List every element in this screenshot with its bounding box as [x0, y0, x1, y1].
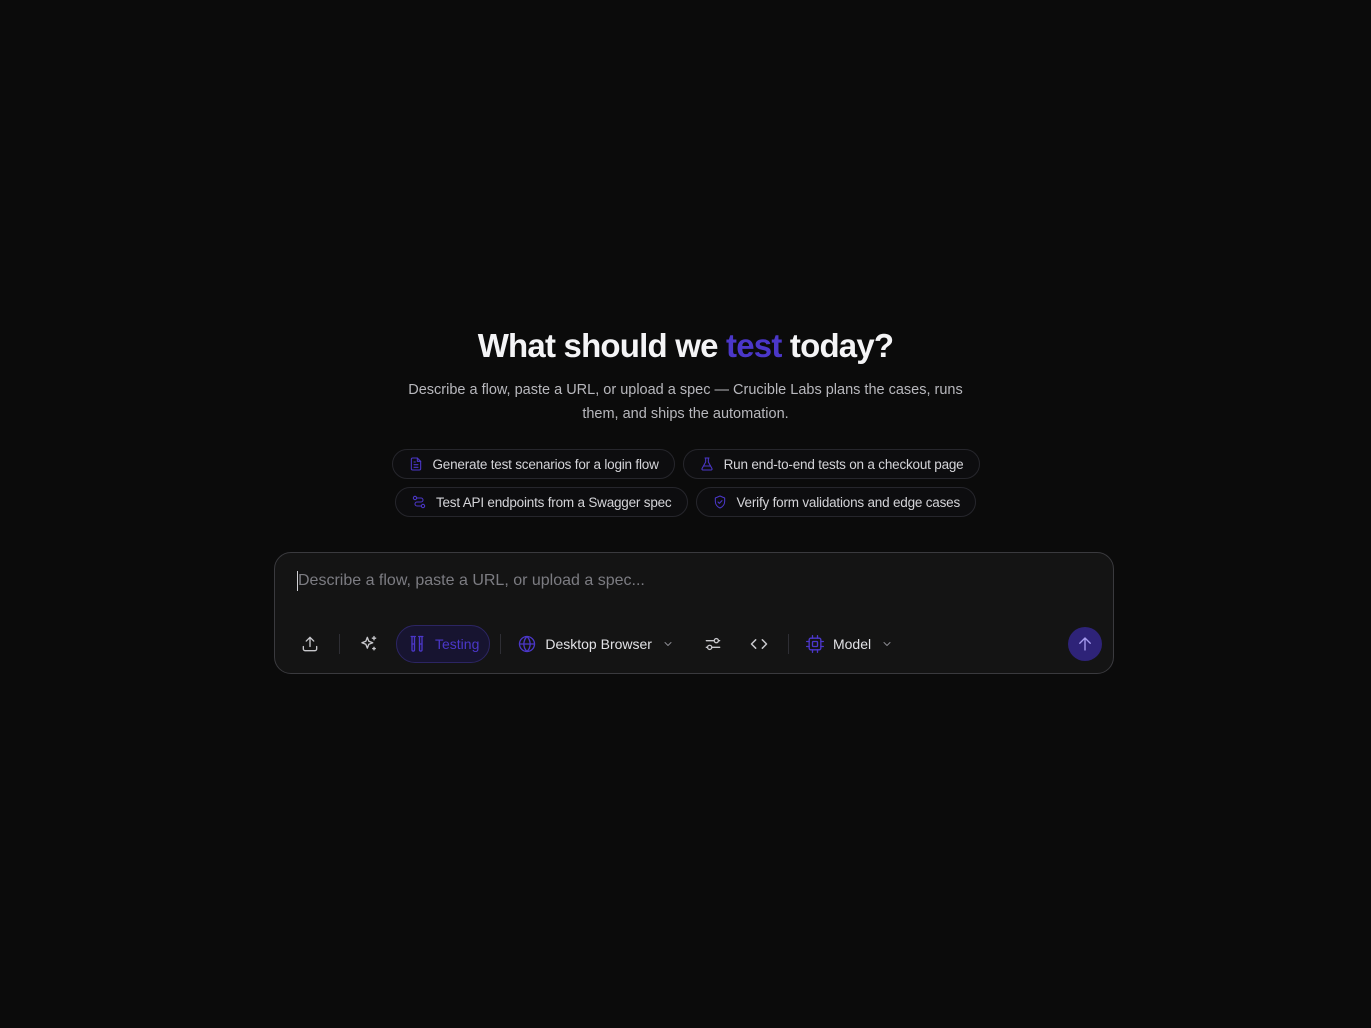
flask-icon	[701, 457, 713, 471]
prompt-input[interactable]: Describe a flow, paste a URL, or upload …	[297, 567, 1087, 595]
testing-mode-toggle[interactable]: Testing	[396, 625, 491, 663]
title-accent: test	[726, 327, 782, 364]
toolbar-divider	[787, 634, 789, 654]
arrow-up-icon	[1079, 637, 1091, 651]
environment-select[interactable]: Desktop Browser	[511, 625, 680, 663]
sparkles-icon	[361, 635, 377, 651]
code-view-button[interactable]	[740, 625, 778, 663]
suggestion-label: Generate test scenarios for a login flow	[432, 456, 659, 472]
toolbar-divider	[500, 634, 502, 654]
upload-icon	[302, 636, 318, 652]
suggestion-row: Test API endpoints from a Swagger spec V…	[0, 487, 1371, 517]
document-icon	[410, 457, 421, 471]
model-select[interactable]: Model	[799, 625, 899, 663]
suggestion-login-flow[interactable]: Generate test scenarios for a login flow	[391, 449, 675, 479]
settings-button[interactable]	[694, 625, 732, 663]
page-subtitle: Describe a flow, paste a URL, or upload …	[408, 382, 963, 422]
hero: What should we test today? Describe a fl…	[0, 326, 1371, 426]
suggestion-label: Test API endpoints from a Swagger spec	[435, 494, 672, 510]
test-tubes-icon	[410, 635, 424, 652]
page-title: What should we test today?	[0, 326, 1371, 366]
sliders-icon	[705, 637, 721, 651]
code-icon	[750, 639, 768, 649]
suggestion-swagger-api[interactable]: Test API endpoints from a Swagger spec	[394, 487, 688, 517]
upload-button[interactable]	[291, 625, 329, 663]
send-button[interactable]	[1068, 627, 1102, 661]
suggestion-row: Generate test scenarios for a login flow…	[0, 449, 1371, 479]
toolbar-divider	[339, 634, 340, 654]
enhance-prompt-button[interactable]	[350, 625, 388, 663]
model-label: Model	[832, 636, 872, 652]
environment-label: Desktop Browser	[545, 636, 652, 652]
globe-icon	[519, 635, 536, 653]
composer-toolbar: Testing Desktop Browser Model	[291, 623, 1097, 665]
testing-mode-label: Testing	[435, 636, 480, 652]
suggestion-label: Run end-to-end tests on a checkout page	[723, 456, 964, 472]
chevron-down-icon	[664, 642, 672, 646]
suggestion-label: Verify form validations and edge cases	[736, 494, 961, 510]
prompt-composer: Describe a flow, paste a URL, or upload …	[274, 552, 1114, 674]
chevron-down-icon	[883, 642, 891, 646]
route-icon	[412, 495, 426, 509]
cpu-icon	[805, 635, 824, 653]
shield-check-icon	[714, 495, 725, 509]
suggestion-form-validation[interactable]: Verify form validations and edge cases	[695, 487, 977, 517]
title-text: What should we	[477, 327, 727, 364]
prompt-placeholder: Describe a flow, paste a URL, or upload …	[298, 572, 645, 589]
suggestion-checkout-e2e[interactable]: Run end-to-end tests on a checkout page	[682, 449, 980, 479]
title-text-end: today?	[781, 327, 894, 364]
